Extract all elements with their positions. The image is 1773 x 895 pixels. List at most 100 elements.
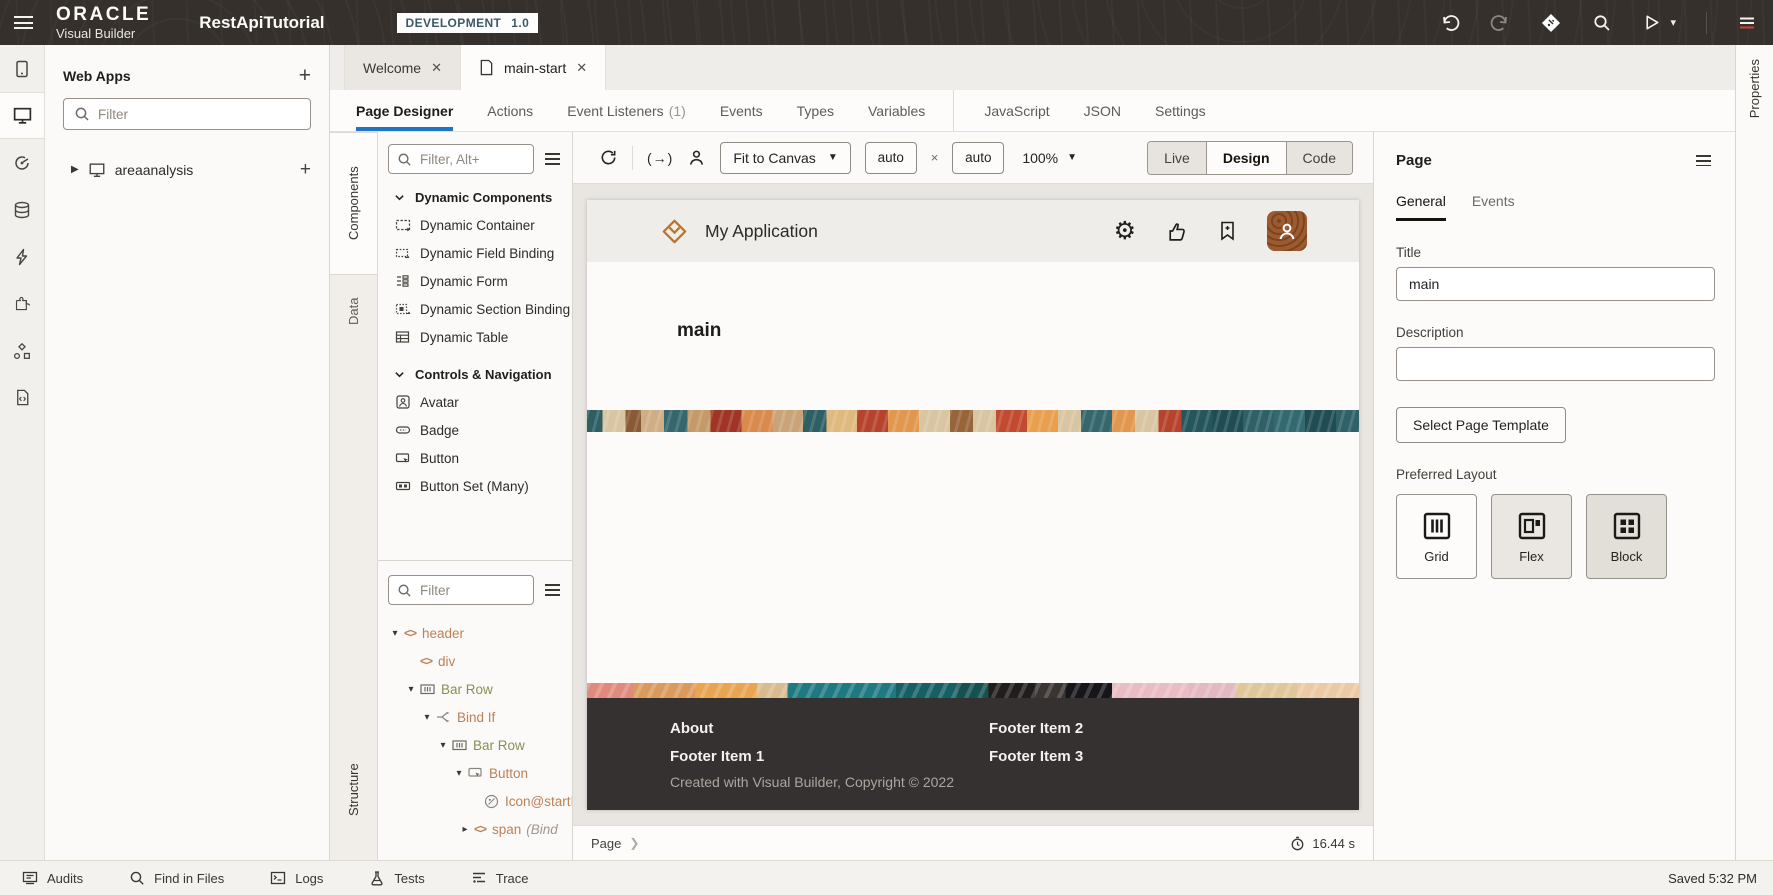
close-tab-icon[interactable]: ✕: [431, 60, 442, 76]
tab-events[interactable]: Events: [1472, 193, 1515, 221]
thumbs-up-icon[interactable]: [1165, 220, 1188, 243]
description-field-input[interactable]: [1396, 347, 1715, 381]
palette-item-avatar[interactable]: Avatar: [378, 388, 572, 416]
expand-arrow-icon[interactable]: ▸: [458, 824, 472, 835]
logs-button[interactable]: Logs: [270, 870, 323, 886]
structure-filter-input[interactable]: [420, 583, 525, 598]
layout-flex-button[interactable]: Flex: [1491, 494, 1572, 579]
rail-mobile-apps-icon[interactable]: [0, 45, 44, 92]
header-menu-icon[interactable]: [1737, 13, 1757, 33]
palette-item-button-set[interactable]: Button Set (Many): [378, 472, 572, 500]
tab-structure[interactable]: Structure: [330, 734, 377, 846]
tree-node-bind-if[interactable]: ▾ Bind If: [378, 703, 572, 731]
tab-main-start[interactable]: main-start ✕: [461, 45, 606, 90]
preview-page-body[interactable]: main: [587, 262, 1359, 683]
layout-block-button[interactable]: Block: [1586, 494, 1667, 579]
palette-item-dynamic-table[interactable]: Dynamic Table: [378, 323, 572, 351]
audits-button[interactable]: Audits: [22, 870, 83, 886]
collapse-arrow-icon[interactable]: ▾: [404, 684, 418, 695]
redo-icon[interactable]: [1490, 13, 1510, 33]
tab-variables[interactable]: Variables: [868, 90, 925, 131]
rail-processes-icon[interactable]: [0, 233, 44, 280]
undo-icon[interactable]: [1440, 13, 1460, 33]
preview-app-title[interactable]: My Application: [705, 221, 818, 242]
tab-actions[interactable]: Actions: [487, 90, 533, 131]
components-menu-icon[interactable]: [540, 150, 564, 167]
footer-banner-image[interactable]: [587, 683, 1359, 698]
tab-settings[interactable]: Settings: [1155, 90, 1206, 131]
tab-components[interactable]: Components: [330, 132, 377, 274]
find-in-files-button[interactable]: Find in Files: [129, 870, 224, 886]
collapse-arrow-icon[interactable]: ▾: [436, 740, 450, 751]
palette-item-dynamic-section-binding[interactable]: Dynamic Section Binding: [378, 295, 572, 323]
collapse-arrow-icon[interactable]: ▾: [420, 712, 434, 723]
banner-image[interactable]: [587, 410, 1359, 432]
footer-link[interactable]: About: [670, 720, 713, 737]
tab-welcome[interactable]: Welcome ✕: [344, 45, 461, 90]
expand-arrow-icon[interactable]: ▶: [71, 164, 79, 175]
mode-live-button[interactable]: Live: [1148, 142, 1206, 174]
footer-link[interactable]: Footer Item 2: [989, 720, 1083, 737]
design-canvas[interactable]: My Application ⚙ main: [573, 184, 1373, 825]
disable-navigation-icon[interactable]: (→): [647, 150, 673, 166]
settings-gear-icon[interactable]: ⚙: [1114, 219, 1136, 244]
rail-source-view-icon[interactable]: [0, 374, 44, 421]
palette-item-dynamic-field-binding[interactable]: Dynamic Field Binding: [378, 239, 572, 267]
footer-link[interactable]: Footer Item 3: [989, 748, 1083, 765]
section-dynamic-components[interactable]: Dynamic Components: [378, 174, 572, 211]
palette-item-dynamic-form[interactable]: Dynamic Form: [378, 267, 572, 295]
zoom-select[interactable]: 100% ▼: [1022, 150, 1077, 166]
run-options-caret-icon[interactable]: ▾: [1670, 16, 1676, 29]
palette-item-dynamic-container[interactable]: Dynamic Container: [378, 211, 572, 239]
tree-node-header[interactable]: ▾ <> header: [378, 619, 572, 647]
collapse-arrow-icon[interactable]: ▾: [388, 628, 402, 639]
global-menu-icon[interactable]: [0, 0, 46, 45]
tab-json[interactable]: JSON: [1084, 90, 1121, 131]
structure-menu-icon[interactable]: [540, 581, 564, 598]
run-app-icon[interactable]: ▾: [1642, 13, 1676, 32]
properties-strip-label[interactable]: Properties: [1747, 59, 1762, 118]
canvas-size-select[interactable]: Fit to Canvas ▼: [720, 142, 850, 174]
preview-footer[interactable]: About Footer Item 2 Footer Item 1 Footer…: [587, 698, 1359, 810]
tree-node-icon-slot[interactable]: Icon@startIcon: [378, 787, 572, 815]
tree-node-bar-row[interactable]: ▾ Bar Row: [378, 675, 572, 703]
user-avatar[interactable]: [1267, 211, 1307, 251]
bookmark-icon[interactable]: [1217, 220, 1238, 242]
palette-item-button[interactable]: Button: [378, 444, 572, 472]
palette-item-badge[interactable]: Badge: [378, 416, 572, 444]
refresh-canvas-icon[interactable]: [599, 148, 618, 167]
components-filter-input[interactable]: [420, 152, 525, 167]
collapse-arrow-icon[interactable]: ▾: [452, 768, 466, 779]
footer-link[interactable]: Footer Item 1: [670, 748, 764, 765]
canvas-height-input[interactable]: [952, 142, 1004, 174]
rail-diagram-icon[interactable]: [0, 327, 44, 374]
mode-code-button[interactable]: Code: [1287, 142, 1352, 174]
select-page-template-button[interactable]: Select Page Template: [1396, 407, 1566, 443]
user-context-icon[interactable]: [687, 148, 706, 167]
rail-service-connections-icon[interactable]: [0, 139, 44, 186]
git-icon[interactable]: [1540, 12, 1562, 34]
properties-collapsed-strip[interactable]: Properties: [1735, 45, 1773, 860]
tree-node-button[interactable]: ▾ Button: [378, 759, 572, 787]
properties-menu-icon[interactable]: [1691, 152, 1715, 169]
preview-app-header[interactable]: My Application ⚙: [587, 200, 1359, 262]
tab-page-designer[interactable]: Page Designer: [356, 90, 453, 131]
web-apps-filter-input[interactable]: [98, 107, 300, 122]
rail-business-objects-icon[interactable]: [0, 186, 44, 233]
breadcrumb-page[interactable]: Page: [591, 836, 621, 851]
title-field-input[interactable]: [1396, 267, 1715, 301]
tab-javascript[interactable]: JavaScript: [953, 90, 1049, 131]
trace-button[interactable]: Trace: [471, 870, 529, 886]
rail-components-icon[interactable]: [0, 280, 44, 327]
tab-general[interactable]: General: [1396, 193, 1446, 221]
web-app-tree-item[interactable]: ▶ areaanalysis +: [45, 156, 329, 183]
tab-data[interactable]: Data: [330, 274, 377, 348]
tab-events[interactable]: Events: [720, 90, 763, 131]
section-controls-navigation[interactable]: Controls & Navigation: [378, 351, 572, 388]
canvas-width-input[interactable]: [865, 142, 917, 174]
create-web-app-button[interactable]: +: [299, 65, 311, 86]
close-tab-icon[interactable]: ✕: [576, 60, 587, 76]
tree-node-span[interactable]: ▸ <> span (Bind: [378, 815, 572, 843]
tree-node-bar-row-2[interactable]: ▾ Bar Row: [378, 731, 572, 759]
layout-grid-button[interactable]: Grid: [1396, 494, 1477, 579]
